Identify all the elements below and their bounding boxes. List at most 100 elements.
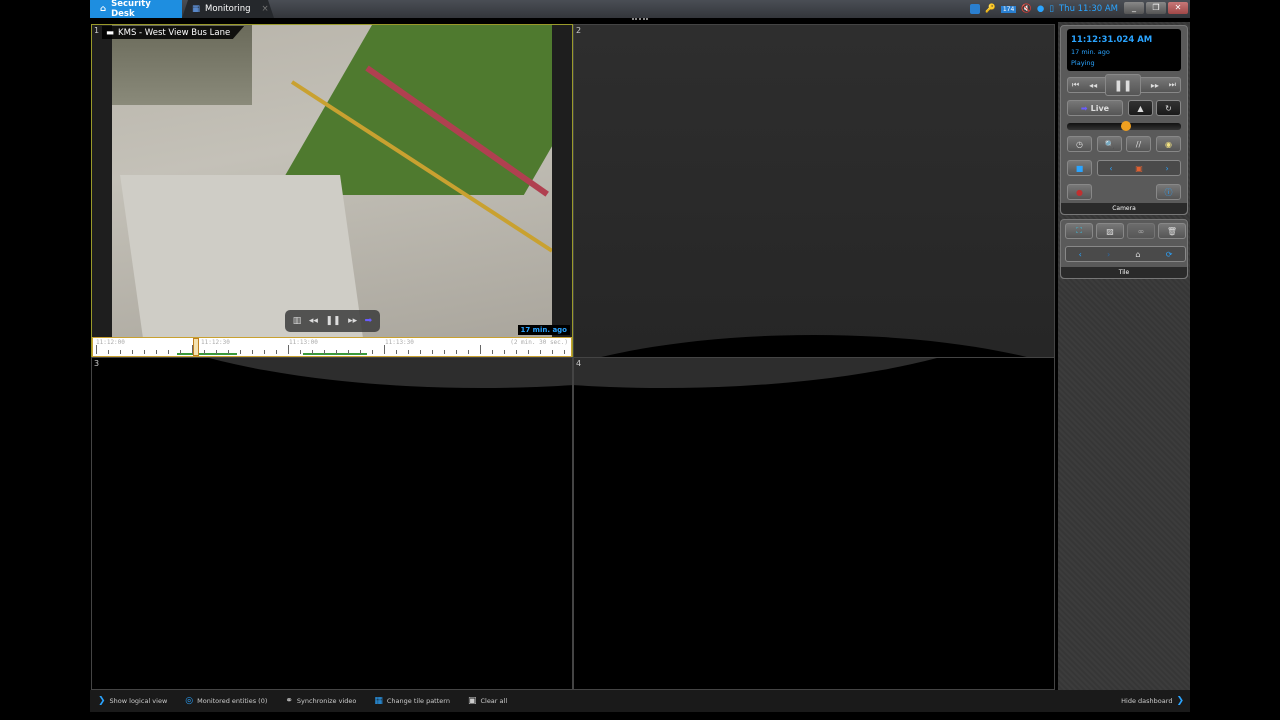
picture-button[interactable]: ▨ <box>1096 223 1124 239</box>
zoom-icon: 🔍 <box>1104 139 1115 149</box>
tab-monitoring[interactable]: ▦ Monitoring × <box>182 0 274 18</box>
live-arrow-icon[interactable]: ➡ <box>365 316 373 326</box>
tile-caption: Tile <box>1061 267 1187 278</box>
camera-icon: ▬ <box>106 27 115 38</box>
timeline-tick <box>192 345 193 354</box>
back-icon[interactable]: ‹ <box>1079 250 1082 259</box>
timeline-tick <box>120 350 121 354</box>
next-icon[interactable]: › <box>1165 164 1168 173</box>
square-icon: ■ <box>1075 163 1084 173</box>
speed-slider[interactable] <box>1067 121 1181 131</box>
timeline-cursor[interactable] <box>193 338 200 356</box>
timeline-tick <box>348 350 349 354</box>
refresh-icon[interactable]: ⟳ <box>1166 250 1173 259</box>
timeline-tick <box>528 350 529 354</box>
live-button[interactable]: ➡ Live <box>1067 100 1123 116</box>
tile-1[interactable]: 1 ▬ KMS - West View Bus Lane ▥ ◂◂ ❚❚ ▸▸ ➡ 17 … <box>91 24 573 358</box>
record-button[interactable]: ● <box>1067 184 1092 200</box>
device-icon[interactable]: ▯ <box>1049 4 1054 14</box>
mute-icon[interactable]: 🔇 <box>1021 4 1032 14</box>
info-icon: ⓘ <box>1164 187 1173 197</box>
bookmark-button[interactable]: ◉ <box>1156 136 1181 152</box>
close-tab-icon[interactable]: × <box>262 4 269 14</box>
chevron-right-icon: ❯ <box>1176 696 1184 706</box>
timeline-tick <box>564 350 565 354</box>
pause-icon[interactable]: ❚❚ <box>325 316 340 326</box>
tile-number: 3 <box>94 359 100 368</box>
rewind-icon[interactable]: ◂◂ <box>1089 81 1097 90</box>
zoom-button[interactable]: 🔍 <box>1097 136 1122 152</box>
camera-label: ▬ KMS - West View Bus Lane <box>102 26 245 39</box>
skip-back-icon[interactable]: ⏮ <box>1072 80 1079 90</box>
resize-grip[interactable] <box>632 18 648 21</box>
show-logical-view-button[interactable]: ❯ Show logical view <box>98 696 167 706</box>
forward-icon[interactable]: › <box>1107 250 1110 259</box>
pause-button[interactable]: ❚❚ <box>1105 74 1141 96</box>
timeline-tick <box>216 350 217 354</box>
forward-icon[interactable]: ▸▸ <box>1151 81 1159 90</box>
minimize-button[interactable]: _ <box>1124 2 1144 14</box>
playback-age: 17 min. ago <box>1071 48 1110 56</box>
timeline-tick <box>456 350 457 354</box>
key-icon[interactable]: 🔑 <box>985 4 996 14</box>
camera-caption: Camera <box>1061 203 1187 214</box>
age-badge: 17 min. ago <box>517 325 570 335</box>
synchronize-video-button[interactable]: ⚭ Synchronize video <box>285 696 356 706</box>
title-bar: ⌂ Security Desk ▦ Monitoring × 🔑 174 🔇 ● ▯ … <box>90 0 1190 19</box>
tray-app-icon[interactable] <box>970 4 981 14</box>
timeline-tick <box>552 350 553 354</box>
clear-tile-button[interactable]: 🗑 <box>1158 223 1186 239</box>
trash-icon: 🗑 <box>1166 226 1178 236</box>
tab-security-desk[interactable]: ⌂ Security Desk <box>90 0 182 19</box>
time-button[interactable]: ◷ <box>1067 136 1092 152</box>
grid-icon: ▦ <box>374 696 383 706</box>
slider-knob[interactable] <box>1121 121 1132 131</box>
previous-icon[interactable]: ‹ <box>1109 164 1112 173</box>
timeline-tick <box>144 350 145 354</box>
tile-2[interactable]: 2 <box>573 24 1055 358</box>
timeline-tick <box>180 350 181 354</box>
notification-badge[interactable]: 174 <box>1000 5 1017 13</box>
monitored-entities-button[interactable]: ◎ Monitored entities (0) <box>185 696 267 706</box>
tile-nav: ‹ › ⌂ ⟳ <box>1065 246 1186 262</box>
timeline[interactable]: 11:12:00 11:12:30 11:13:00 11:13:30 (2 m… <box>92 337 572 357</box>
skip-forward-icon[interactable]: ⏭ <box>1169 80 1176 90</box>
tile-4[interactable]: 4 <box>573 357 1055 690</box>
playback-time: 11:12:31.024 AM <box>1071 35 1153 45</box>
timeline-span: (2 min. 30 sec.) <box>510 339 568 346</box>
timeline-tick <box>300 350 301 354</box>
loop-icon: ↻ <box>1165 103 1172 113</box>
timeline-tick <box>252 350 253 354</box>
home-icon[interactable]: ⌂ <box>1135 250 1140 259</box>
edit-button[interactable]: // <box>1126 136 1151 152</box>
pattern-button[interactable]: ∞ <box>1127 223 1155 239</box>
maximize-tile-button[interactable]: ⛶ <box>1065 223 1093 239</box>
video-feed[interactable] <box>92 25 572 337</box>
playback-overlay: ▥ ◂◂ ❚❚ ▸▸ ➡ <box>285 310 380 332</box>
camera-select-icon[interactable]: ▣ <box>1135 164 1143 173</box>
timeline-label: 11:12:00 <box>96 339 125 346</box>
playback-display: 11:12:31.024 AM 17 min. ago Playing <box>1067 29 1181 71</box>
timeline-tick <box>156 350 157 354</box>
change-tile-pattern-button[interactable]: ▦ Change tile pattern <box>374 696 450 706</box>
slow-motion-button[interactable]: ▲ <box>1128 100 1153 116</box>
tile-number: 4 <box>576 359 582 368</box>
globe-icon[interactable]: ● <box>1037 4 1044 14</box>
timeline-tick <box>96 345 97 354</box>
timeline-tick <box>276 350 277 354</box>
tile-number: 1 <box>94 26 100 35</box>
hide-dashboard-button[interactable]: Hide dashboard ❯ <box>1121 690 1184 712</box>
info-button[interactable]: ⓘ <box>1156 184 1181 200</box>
fast-forward-icon[interactable]: ▸▸ <box>348 316 357 326</box>
clear-all-button[interactable]: ▣ Clear all <box>468 696 507 706</box>
timeline-label: 11:13:30 <box>385 339 414 346</box>
rewind-icon[interactable]: ◂◂ <box>309 316 318 326</box>
timeline-tick <box>408 350 409 354</box>
record-icon: ● <box>1076 187 1083 197</box>
close-button[interactable]: ✕ <box>1168 2 1188 14</box>
snapshot-button[interactable]: ■ <box>1067 160 1092 176</box>
loop-button[interactable]: ↻ <box>1156 100 1181 116</box>
restore-button[interactable]: ❐ <box>1146 2 1166 14</box>
filmstrip-icon[interactable]: ▥ <box>293 316 302 326</box>
tile-3[interactable]: 3 <box>91 357 573 690</box>
